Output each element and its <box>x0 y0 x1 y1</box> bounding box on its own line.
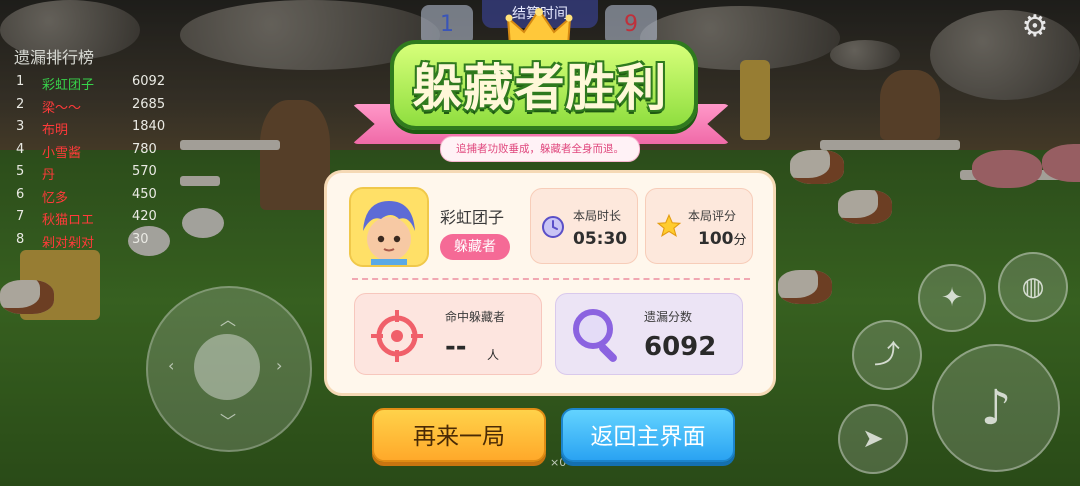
main-action-button[interactable]: ♪ <box>932 344 1060 472</box>
leaderboard-score: 1840 <box>132 119 166 134</box>
player-avatar <box>349 187 429 267</box>
leak-value: 6092 <box>644 332 717 362</box>
leaderboard-score: 2685 <box>132 96 166 112</box>
leaderboard-row: 4 小雪酱 780 <box>14 142 174 165</box>
leaderboard-score: 30 <box>132 231 149 247</box>
palette-icon[interactable]: ◍ <box>998 252 1068 322</box>
duration-panel: 本局时长 05:30 <box>530 188 638 264</box>
leaderboard-rank: 4 <box>16 141 25 157</box>
leaderboard-row: 8 剁对剁对 30 <box>14 232 174 255</box>
leaderboard-rank: 7 <box>16 209 25 224</box>
leak-score-panel: 遗漏分数 6092 <box>555 293 743 375</box>
magnifier-icon <box>573 309 617 362</box>
leaderboard-player-name: 布明 <box>42 123 69 138</box>
card-divider <box>352 278 750 280</box>
dance-action-button[interactable]: ✦ <box>918 264 986 332</box>
hits-value: -- <box>445 332 467 362</box>
leaderboard-rank: 1 <box>16 74 25 89</box>
leaderboard-score: 6092 <box>132 74 166 89</box>
leaderboard-rank: 5 <box>16 164 25 179</box>
leaderboard-score: 570 <box>132 164 157 179</box>
leaderboard-player-name: 丹 <box>42 168 56 183</box>
rating-panel: 本局评分 100分 <box>645 188 753 264</box>
leaderboard-row: 3 布明 1840 <box>14 119 174 142</box>
duration-value: 05:30 <box>573 229 628 249</box>
leaderboard-title: 遗漏排行榜 <box>14 48 95 67</box>
leaderboard-score: 780 <box>132 141 157 157</box>
leak-leaderboard: 遗漏排行榜 1 彩虹团子 6092 2 梁～～ 2685 3 布明 1840 4 小雪酱 780 5 丹 5… <box>14 44 174 254</box>
leaderboard-row: 2 梁～～ 2685 <box>14 97 174 120</box>
rating-unit: 分 <box>733 233 747 248</box>
leaderboard-player-name: 忆多 <box>42 190 69 206</box>
leaderboard-rank: 2 <box>16 96 25 112</box>
leaderboard-row: 1 彩虹团子 6092 <box>14 74 174 97</box>
leaderboard-player-name: 小雪酱 <box>42 145 82 161</box>
victory-title: 躲藏者胜利 <box>412 59 668 117</box>
chevron-down-icon: ﹀ <box>220 412 237 431</box>
clock-icon <box>542 216 564 238</box>
role-badge: 躲藏者 <box>440 234 510 260</box>
return-main-menu-button[interactable]: 返回主界面 <box>561 408 735 462</box>
leaderboard-row: 5 丹 570 <box>14 164 174 187</box>
leaderboard-player-name: 秋猫ロエ <box>42 213 95 228</box>
play-again-button[interactable]: 再来一局 <box>372 408 546 462</box>
sprint-action-button[interactable]: ➤ <box>838 404 908 474</box>
leaderboard-rank: 8 <box>16 231 25 247</box>
team-left-score: 1 <box>421 5 473 45</box>
joystick-knob[interactable] <box>194 334 260 400</box>
team-right-score: 9 <box>605 5 657 45</box>
rating-value: 100 <box>698 229 734 249</box>
hits-panel: 命中躲藏者 -- 人 <box>354 293 542 375</box>
player-name: 彩虹团子 <box>440 208 505 227</box>
leaderboard-score: 450 <box>132 186 157 202</box>
chevron-up-icon: ︿ <box>220 310 237 329</box>
rating-value-line: 100分 <box>698 229 747 249</box>
leaderboard-rank: 6 <box>16 186 25 202</box>
star-icon <box>656 213 682 237</box>
leaderboard-player-name: 梁～～ <box>42 100 82 116</box>
leaderboard-player-name: 彩虹团子 <box>42 78 95 93</box>
hits-unit: 人 <box>487 348 500 362</box>
chevron-right-icon: › <box>276 356 283 375</box>
hits-label: 命中躲藏者 <box>445 310 506 324</box>
jump-action-button[interactable]: ⤴ <box>852 320 922 390</box>
crosshair-icon <box>371 310 423 362</box>
rating-label: 本局评分 <box>688 209 737 223</box>
chevron-left-icon: ‹ <box>168 356 175 375</box>
leak-label: 遗漏分数 <box>644 310 693 324</box>
leaderboard-rank: 3 <box>16 119 25 134</box>
victory-subtitle: 追捕者功败垂成，躲藏者全身而退。 <box>440 136 640 162</box>
gear-icon[interactable]: ⚙ <box>1018 10 1052 44</box>
leaderboard-score: 420 <box>132 209 157 224</box>
leaderboard-row: 7 秋猫ロエ 420 <box>14 209 174 232</box>
leaderboard-player-name: 剁对剁对 <box>42 235 95 251</box>
duration-label: 本局时长 <box>573 209 622 223</box>
leaderboard-row: 6 忆多 450 <box>14 187 174 210</box>
